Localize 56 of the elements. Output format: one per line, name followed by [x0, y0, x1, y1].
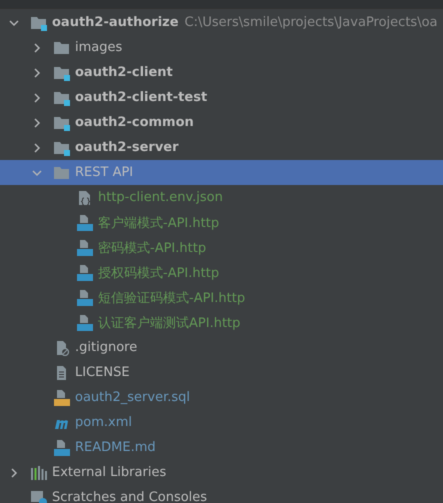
module-folder-icon [53, 64, 71, 80]
sql-file-icon [53, 390, 71, 406]
item-label: 认证客户端测试API.http [98, 314, 240, 332]
item-label: .gitignore [75, 340, 138, 355]
tree-item[interactable]: images [0, 35, 443, 60]
tree-item[interactable]: oauth2-common [0, 110, 443, 135]
item-label: oauth2-client [75, 65, 173, 80]
tree-item[interactable]: oauth2-server [0, 135, 443, 160]
tree-item[interactable]: .gitignore [0, 335, 443, 360]
tree-item[interactable]: LICENSE [0, 360, 443, 385]
item-label: oauth2-server [75, 140, 179, 155]
libraries-icon [30, 464, 48, 480]
tree-item[interactable]: pom.xml [0, 410, 443, 435]
tree-item[interactable]: http-client.env.json [0, 185, 443, 210]
item-label: 客户端模式-API.http [98, 214, 220, 232]
item-label: REST API [75, 165, 134, 180]
item-label: pom.xml [75, 415, 132, 430]
tree-item[interactable]: oauth2-client [0, 60, 443, 85]
item-label: oauth2-client-test [75, 90, 208, 105]
item-label: LICENSE [75, 365, 130, 380]
tree-item[interactable]: oauth2-client-test [0, 85, 443, 110]
item-label: http-client.env.json [98, 190, 223, 205]
tree-item[interactable]: 短信验证码模式-API.http [0, 285, 443, 310]
item-label: Scratches and Consoles [52, 490, 208, 503]
item-label: 短信验证码模式-API.http [98, 290, 246, 306]
api-file-icon [76, 314, 94, 330]
tree-item[interactable]: 认证客户端测试API.http [0, 310, 443, 335]
tree-item[interactable]: README.md [0, 435, 443, 460]
api-file-icon [76, 240, 94, 256]
md-file-icon [53, 440, 71, 456]
folder-icon [53, 40, 71, 56]
tree-item[interactable]: External Libraries [0, 460, 443, 485]
tree-item[interactable]: 授权码模式-API.http [0, 260, 443, 285]
item-label: oauth2_server.sql [75, 390, 190, 405]
item-label: 授权码模式-API.http [98, 264, 220, 282]
module-folder-icon [53, 140, 71, 156]
project-path: C:\Users\smile\projects\JavaProjects\oa [184, 15, 438, 30]
item-label: oauth2-common [75, 115, 194, 130]
api-file-icon [76, 290, 94, 306]
scratches-icon [30, 490, 48, 503]
item-label: External Libraries [52, 465, 166, 480]
item-label: oauth2-authorize [52, 15, 179, 30]
tree-item[interactable]: 客户端模式-API.http [0, 210, 443, 235]
module-folder-icon [53, 114, 71, 130]
module-folder-icon [30, 14, 48, 30]
item-label: 密码模式-API.http [98, 240, 206, 256]
folder-icon [53, 164, 71, 180]
module-folder-icon [53, 90, 71, 106]
tree-item[interactable]: oauth2-authorize C:\Users\smile\projects\JavaProjects\oa [0, 10, 443, 35]
api-file-icon [76, 264, 94, 280]
api-file-icon [76, 214, 94, 230]
tree-item[interactable]: 密码模式-API.http [0, 235, 443, 260]
tree-item[interactable]: oauth2_server.sql [0, 385, 443, 410]
tree-item[interactable]: Scratches and Consoles [0, 485, 443, 503]
item-label: images [75, 40, 122, 55]
item-label: README.md [75, 440, 156, 455]
